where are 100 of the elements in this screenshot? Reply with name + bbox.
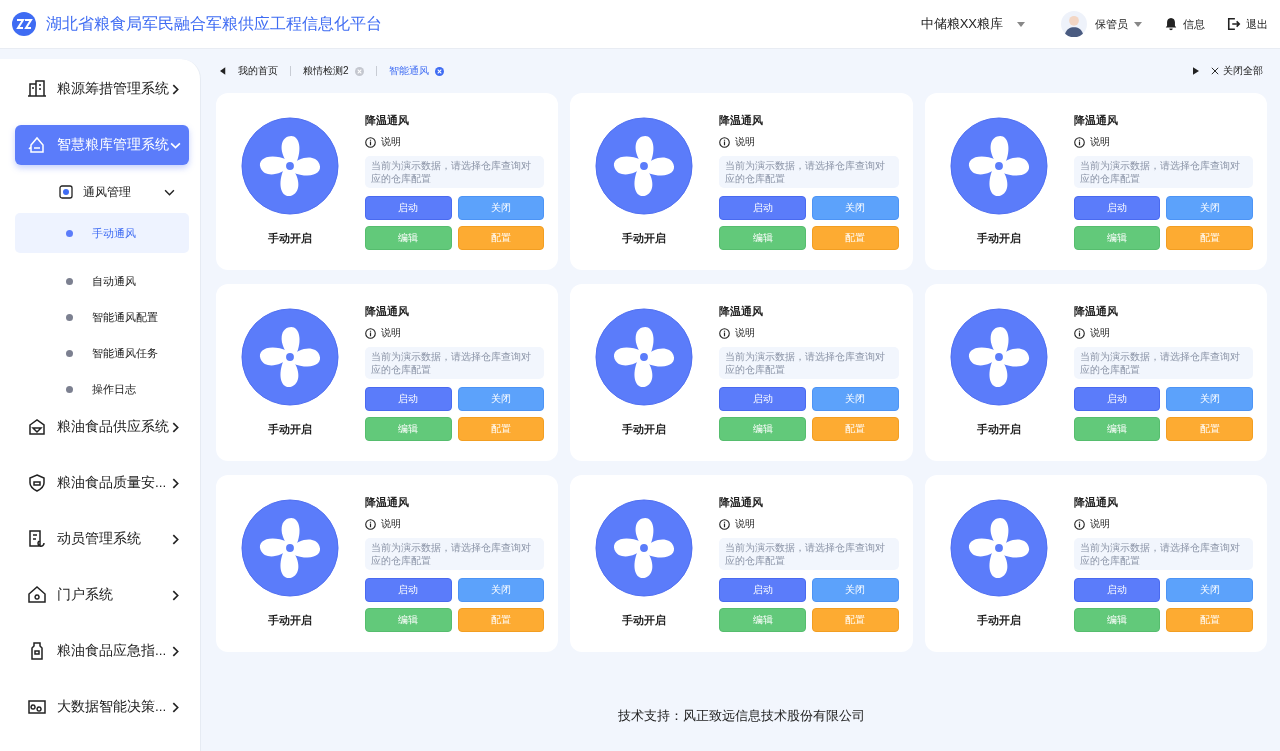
action-button[interactable]: 启动 bbox=[365, 387, 452, 411]
chevron-icon bbox=[170, 477, 181, 489]
chevron-icon bbox=[170, 533, 181, 545]
system-icon bbox=[27, 585, 47, 605]
tab[interactable]: 我的首页 bbox=[238, 64, 278, 78]
info-icon bbox=[365, 518, 376, 530]
chevron-icon bbox=[170, 645, 181, 657]
avatar-icon bbox=[1061, 11, 1087, 37]
chevron-icon bbox=[170, 421, 181, 433]
note-text: 当前为演示数据，请选择仓库查询对应的仓库配置 bbox=[719, 156, 899, 188]
action-button[interactable]: 编辑 bbox=[365, 417, 452, 441]
action-button[interactable]: 编辑 bbox=[365, 608, 452, 632]
sidebar-item[interactable]: 粮油食品应急指... bbox=[15, 631, 189, 671]
chevron-icon bbox=[170, 589, 181, 601]
app-title: 湖北省粮食局军民融合军粮供应工程信息化平台 bbox=[46, 13, 382, 34]
sidebar-item[interactable]: 动员管理系统 bbox=[15, 519, 189, 559]
caret-icon bbox=[1017, 21, 1025, 27]
sidebar-item[interactable]: 大数据智能决策... bbox=[15, 687, 189, 727]
action-button[interactable]: 关闭 bbox=[1166, 387, 1253, 411]
action-button[interactable]: 启动 bbox=[1073, 196, 1161, 220]
action-button[interactable]: 配置 bbox=[457, 226, 545, 250]
action-button[interactable]: 编辑 bbox=[1073, 226, 1161, 250]
note-text: 当前为演示数据，请选择仓库查询对应的仓库配置 bbox=[1073, 347, 1253, 379]
messages-button[interactable]: 信息 bbox=[1164, 16, 1205, 32]
tab[interactable]: 智能通风 bbox=[388, 64, 444, 78]
sidebar-item[interactable]: 门户系统 bbox=[15, 575, 189, 615]
action-button[interactable]: 配置 bbox=[1166, 417, 1253, 441]
action-button[interactable]: 关闭 bbox=[457, 578, 545, 602]
fan-status: 手动开启 bbox=[622, 422, 667, 437]
info-icon bbox=[1073, 327, 1085, 339]
sidebar-item[interactable]: 智慧粮库管理系统 bbox=[15, 125, 189, 165]
fan-status: 手动开启 bbox=[976, 231, 1021, 246]
menu-item[interactable]: 手动通风 bbox=[15, 213, 189, 253]
sidebar-item[interactable]: 粮源筹措管理系统 bbox=[15, 69, 189, 109]
card-title: 降温通风 bbox=[365, 113, 409, 128]
menu-item[interactable]: 智能通风配置 bbox=[15, 299, 189, 335]
action-button[interactable]: 启动 bbox=[719, 578, 806, 602]
card-title: 降温通风 bbox=[719, 304, 764, 319]
note-text: 当前为演示数据，请选择仓库查询对应的仓库配置 bbox=[719, 347, 899, 379]
info-icon bbox=[719, 518, 731, 530]
action-button[interactable]: 启动 bbox=[719, 196, 806, 220]
menu-item[interactable]: 自动通风 bbox=[15, 263, 189, 299]
action-button[interactable]: 关闭 bbox=[812, 578, 899, 602]
menu-item[interactable]: 智能通风任务 bbox=[15, 335, 189, 371]
info-label: 说明 bbox=[1089, 135, 1110, 149]
tab[interactable]: 粮情检测2 bbox=[303, 64, 364, 78]
system-icon bbox=[27, 697, 47, 717]
submenu-item[interactable]: 通风管理 bbox=[15, 173, 175, 211]
info-icon bbox=[365, 327, 376, 339]
note-text: 当前为演示数据，请选择仓库查询对应的仓库配置 bbox=[1073, 156, 1253, 188]
action-button[interactable]: 编辑 bbox=[1073, 417, 1161, 441]
logout-icon bbox=[1227, 17, 1241, 31]
scroll-left-icon[interactable] bbox=[220, 67, 226, 75]
action-button[interactable]: 启动 bbox=[1073, 387, 1161, 411]
card-title: 降温通风 bbox=[365, 495, 409, 510]
action-button[interactable]: 配置 bbox=[457, 608, 545, 632]
system-icon bbox=[27, 79, 47, 99]
info-label: 说明 bbox=[1089, 326, 1110, 340]
action-button[interactable]: 启动 bbox=[1073, 578, 1161, 602]
action-button[interactable]: 关闭 bbox=[1166, 196, 1253, 220]
sidebar-item[interactable]: 粮油食品供应系统 bbox=[15, 407, 189, 447]
info-label: 说明 bbox=[1089, 517, 1110, 531]
system-icon bbox=[27, 135, 47, 155]
action-button[interactable]: 关闭 bbox=[812, 196, 899, 220]
info-icon bbox=[1073, 518, 1085, 530]
system-icon bbox=[27, 473, 47, 493]
action-button[interactable]: 编辑 bbox=[1073, 608, 1161, 632]
chevron-icon bbox=[170, 83, 181, 95]
info-label: 说明 bbox=[735, 326, 756, 340]
close-all-button[interactable]: 关闭全部 bbox=[1211, 64, 1263, 78]
action-button[interactable]: 关闭 bbox=[457, 387, 545, 411]
info-label: 说明 bbox=[381, 135, 401, 149]
action-button[interactable]: 配置 bbox=[812, 226, 899, 250]
action-button[interactable]: 编辑 bbox=[719, 226, 806, 250]
action-button[interactable]: 关闭 bbox=[1166, 578, 1253, 602]
logout-button[interactable]: 退出 bbox=[1227, 16, 1268, 32]
info-icon bbox=[719, 327, 731, 339]
action-button[interactable]: 启动 bbox=[365, 578, 452, 602]
action-button[interactable]: 编辑 bbox=[365, 226, 452, 250]
user-menu[interactable]: 保管员 bbox=[1061, 11, 1142, 37]
card-title: 降温通风 bbox=[365, 304, 409, 319]
action-button[interactable]: 编辑 bbox=[719, 417, 806, 441]
menu-item[interactable]: 操作日志 bbox=[15, 371, 189, 407]
action-button[interactable]: 关闭 bbox=[812, 387, 899, 411]
action-button[interactable]: 配置 bbox=[812, 608, 899, 632]
warehouse-dropdown[interactable]: 中储粮XX粮库 bbox=[920, 15, 1025, 33]
logo-icon bbox=[12, 12, 36, 36]
fan-status: 手动开启 bbox=[976, 422, 1021, 437]
action-button[interactable]: 配置 bbox=[1166, 608, 1253, 632]
chevron-icon bbox=[170, 701, 181, 713]
action-button[interactable]: 配置 bbox=[1166, 226, 1253, 250]
scroll-right-icon[interactable] bbox=[1193, 67, 1199, 75]
action-button[interactable]: 配置 bbox=[457, 417, 545, 441]
action-button[interactable]: 编辑 bbox=[719, 608, 806, 632]
action-button[interactable]: 启动 bbox=[365, 196, 452, 220]
action-button[interactable]: 启动 bbox=[719, 387, 806, 411]
action-button[interactable]: 配置 bbox=[812, 417, 899, 441]
info-label: 说明 bbox=[381, 517, 401, 531]
sidebar-item[interactable]: 粮油食品质量安... bbox=[15, 463, 189, 503]
action-button[interactable]: 关闭 bbox=[457, 196, 545, 220]
